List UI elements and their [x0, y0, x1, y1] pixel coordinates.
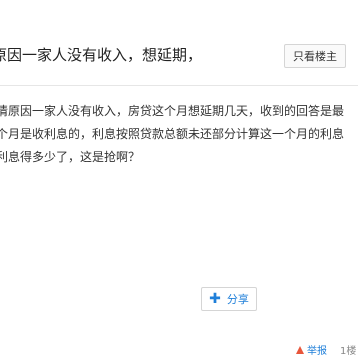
report-label: 举报 [307, 346, 327, 357]
report-link[interactable]: 举报 [296, 342, 327, 357]
only-op-button[interactable]: 只看楼主 [284, 44, 346, 68]
plus-icon: ✚ [209, 291, 221, 307]
thread-title: 原因一家人没有收入，想延期， [0, 46, 203, 64]
thread-header: 原因一家人没有收入，想延期， 只看楼主 [0, 0, 358, 104]
post-content: 情原因一家人没有收入，房贷这个月想延期几天，收到的回答是最 个月是收利息的，利息… [0, 100, 358, 169]
post-line: 个月是收利息的，利息按照贷款总额未还部分计算这一个月的利息 [0, 127, 345, 141]
share-button[interactable]: ✚ 分享 [201, 287, 257, 311]
post-line: 利息得多少了，这是抢啊？ [0, 150, 141, 164]
share-label: 分享 [226, 293, 249, 306]
warning-icon [296, 345, 304, 354]
post-line: 情原因一家人没有收入，房贷这个月想延期几天，收到的回答是最 [0, 104, 345, 118]
floor-number: 1楼 [340, 346, 357, 357]
header-divider [0, 85, 358, 86]
